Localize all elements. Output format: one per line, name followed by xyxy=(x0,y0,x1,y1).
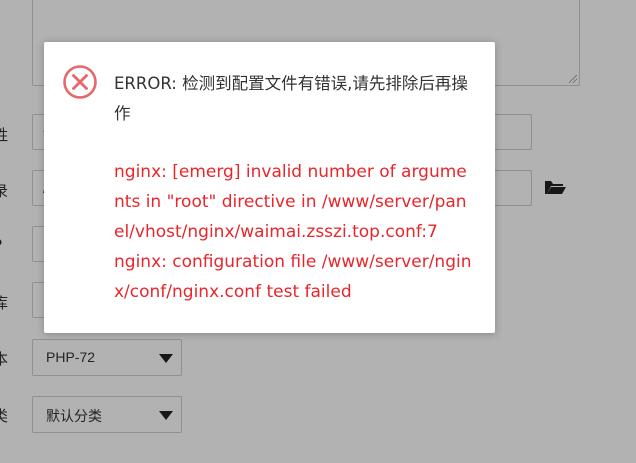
error-detail-line: nginx: configuration file /www/server/ng… xyxy=(114,252,472,302)
dialog-title: ERROR: 检测到配置文件有错误,请先排除后再操作 xyxy=(114,74,468,123)
error-circle-x-icon xyxy=(63,65,97,99)
error-detail: nginx: [emerg] invalid number of argumen… xyxy=(114,157,476,307)
error-dialog: ERROR: 检测到配置文件有错误,请先排除后再操作 nginx: [emerg… xyxy=(44,42,495,333)
error-detail-line: nginx: [emerg] invalid number of argumen… xyxy=(114,162,467,242)
